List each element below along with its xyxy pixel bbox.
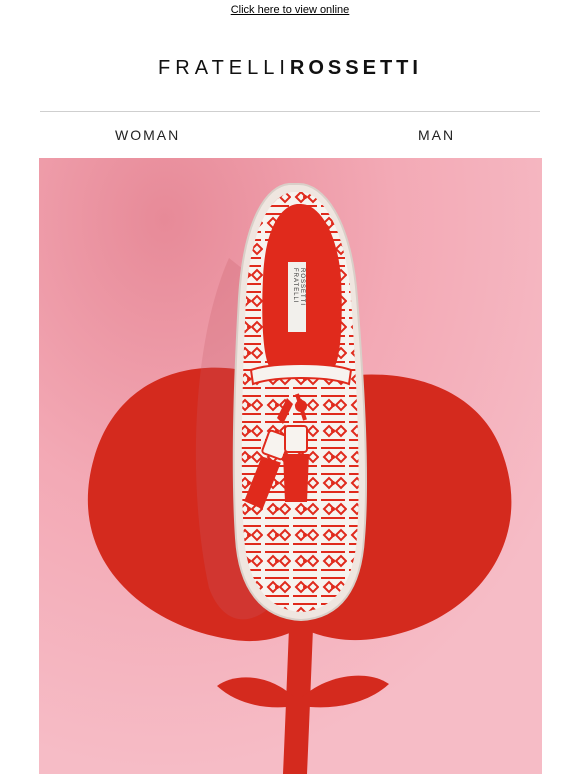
insole-brand-line2: ROSSETTI	[299, 268, 305, 306]
hero-illustration: FRATELLI ROSSETTI	[39, 158, 542, 774]
nav-man-link[interactable]: MAN	[418, 127, 455, 143]
logo-text-light: FRATELLI	[158, 57, 290, 79]
nav-woman-link[interactable]: WOMAN	[115, 127, 180, 143]
view-online-link[interactable]: Click here to view online	[231, 4, 350, 16]
insole-brand-line1: FRATELLI	[292, 268, 298, 304]
header-divider	[40, 111, 540, 112]
view-online-bar: Click here to view online	[0, 4, 580, 16]
loafer-shoe: FRATELLI ROSSETTI	[232, 183, 368, 622]
logo-text-bold: ROSSETTI	[289, 57, 422, 79]
brand-logo[interactable]: FRATELLIROSSETTI	[0, 58, 580, 78]
hero-image[interactable]: FRATELLI ROSSETTI	[39, 158, 542, 774]
